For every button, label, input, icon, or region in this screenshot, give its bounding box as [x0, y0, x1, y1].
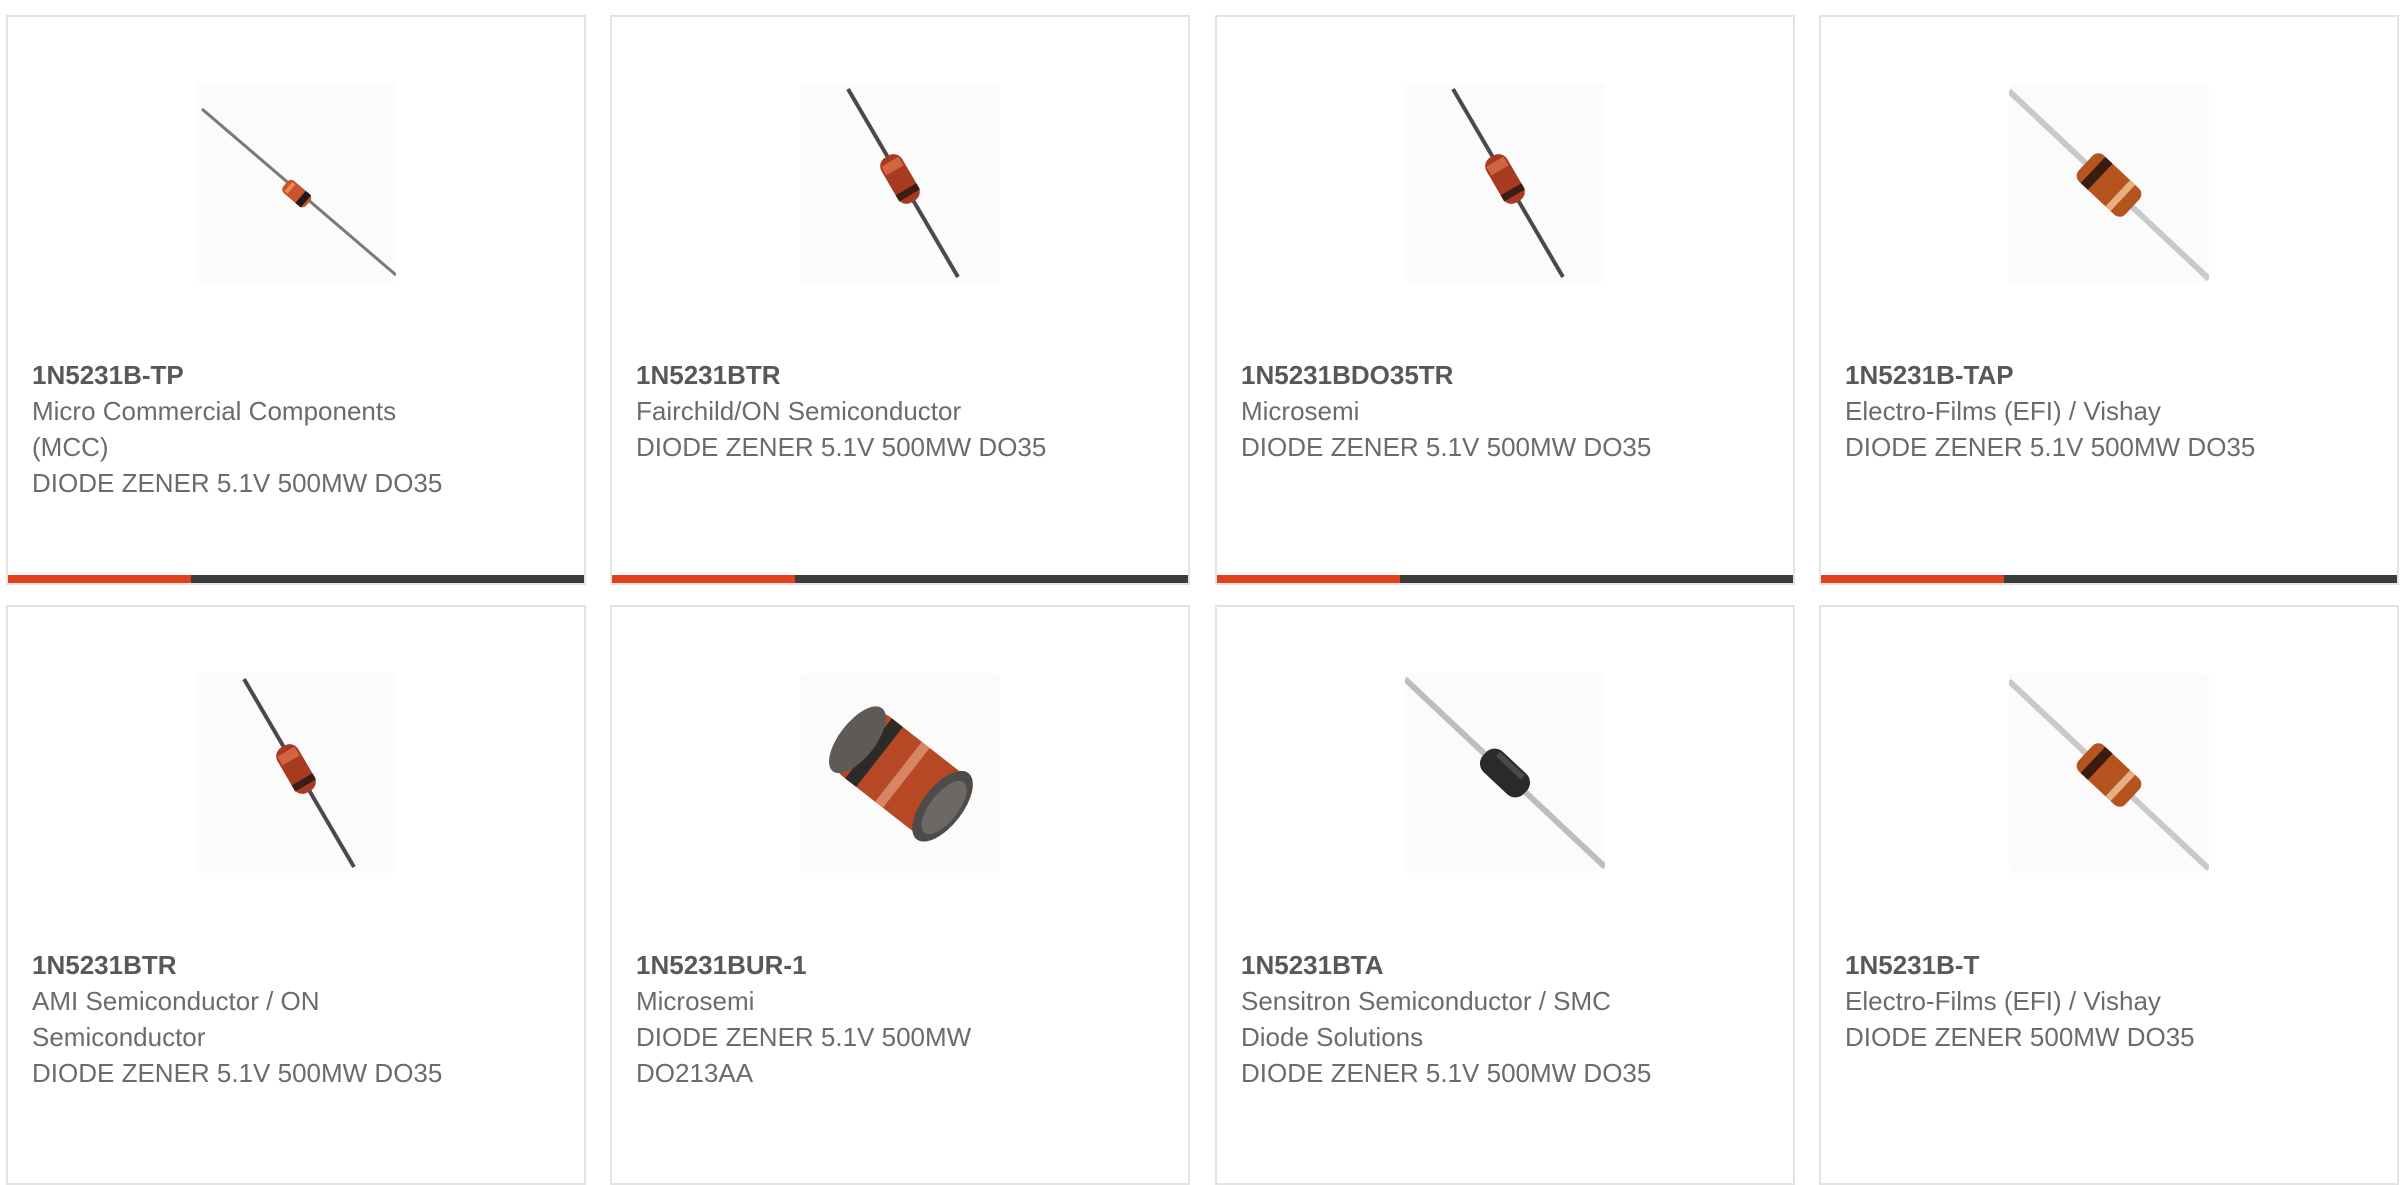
axial-diode-orange-body-icon[interactable]: [2009, 673, 2209, 873]
product-info: 1N5231B-TAP Electro-Films (EFI) / Vishay…: [1845, 357, 2275, 465]
card-bottom-bar: [8, 575, 584, 583]
description: DIODE ZENER 5.1V 500MW DO35: [1845, 432, 2256, 462]
manufacturer: Microsemi: [636, 986, 755, 1016]
product-grid: 1N5231B-TP Micro Commercial Components (…: [0, 0, 2400, 1185]
description: DIODE ZENER 5.1V 500MW DO35: [32, 1058, 443, 1088]
part-number[interactable]: 1N5231BTA: [1241, 947, 1671, 983]
card-bottom-bar: [612, 575, 1188, 583]
card-accent-bar: [612, 575, 795, 583]
product-info: 1N5231B-TP Micro Commercial Components (…: [32, 357, 462, 501]
melf-diode-icon[interactable]: [800, 673, 1000, 873]
manufacturer: Electro-Films (EFI) / Vishay: [1845, 986, 2161, 1016]
product-card[interactable]: 1N5231BTA Sensitron Semiconductor / SMC …: [1215, 605, 1795, 1185]
card-bottom-bar: [1821, 575, 2397, 583]
description: DIODE ZENER 5.1V 500MW DO35: [636, 432, 1047, 462]
manufacturer: Microsemi: [1241, 396, 1360, 426]
product-card[interactable]: 1N5231BTR Fairchild/ON Semiconductor DIO…: [610, 15, 1190, 585]
part-number[interactable]: 1N5231BTR: [636, 357, 1066, 393]
description: DIODE ZENER 5.1V 500MW DO35: [1241, 1058, 1652, 1088]
product-card[interactable]: 1N5231BTR AMI Semiconductor / ON Semicon…: [6, 605, 586, 1185]
product-card[interactable]: 1N5231B-TAP Electro-Films (EFI) / Vishay…: [1819, 15, 2399, 585]
product-info: 1N5231BUR-1 Microsemi DIODE ZENER 5.1V 5…: [636, 947, 1066, 1091]
description: DIODE ZENER 5.1V 500MW DO35: [32, 468, 443, 498]
axial-diode-glass-red-icon[interactable]: [1405, 83, 1605, 283]
card-accent-bar: [8, 575, 191, 583]
part-number[interactable]: 1N5231B-TP: [32, 357, 462, 393]
manufacturer: Electro-Films (EFI) / Vishay: [1845, 396, 2161, 426]
manufacturer: Fairchild/ON Semiconductor: [636, 396, 962, 426]
description: DIODE ZENER 500MW DO35: [1845, 1022, 2195, 1052]
part-number[interactable]: 1N5231BDO35TR: [1241, 357, 1671, 393]
axial-diode-black-body-icon[interactable]: [1405, 673, 1605, 873]
axial-diode-glass-red-icon[interactable]: [196, 673, 396, 873]
description: DIODE ZENER 5.1V 500MW DO35: [1241, 432, 1652, 462]
manufacturer: Micro Commercial Components (MCC): [32, 396, 397, 462]
part-number[interactable]: 1N5231B-T: [1845, 947, 2275, 983]
product-info: 1N5231BTR Fairchild/ON Semiconductor DIO…: [636, 357, 1066, 465]
product-info: 1N5231B-T Electro-Films (EFI) / Vishay D…: [1845, 947, 2275, 1055]
axial-diode-glass-red-icon[interactable]: [800, 83, 1000, 283]
manufacturer: Sensitron Semiconductor / SMC Diode Solu…: [1241, 986, 1611, 1052]
product-info: 1N5231BTA Sensitron Semiconductor / SMC …: [1241, 947, 1671, 1091]
part-number[interactable]: 1N5231BTR: [32, 947, 462, 983]
product-card[interactable]: 1N5231BDO35TR Microsemi DIODE ZENER 5.1V…: [1215, 15, 1795, 585]
card-bottom-bar: [1217, 575, 1793, 583]
product-info: 1N5231BTR AMI Semiconductor / ON Semicon…: [32, 947, 462, 1091]
product-card[interactable]: 1N5231B-TP Micro Commercial Components (…: [6, 15, 586, 585]
axial-diode-orange-body-icon[interactable]: [2009, 83, 2209, 283]
card-accent-bar: [1217, 575, 1400, 583]
part-number[interactable]: 1N5231B-TAP: [1845, 357, 2275, 393]
product-card[interactable]: 1N5231B-T Electro-Films (EFI) / Vishay D…: [1819, 605, 2399, 1185]
small-axial-diode-glass-orange-icon[interactable]: [196, 83, 396, 283]
product-card[interactable]: 1N5231BUR-1 Microsemi DIODE ZENER 5.1V 5…: [610, 605, 1190, 1185]
part-number[interactable]: 1N5231BUR-1: [636, 947, 1066, 983]
card-accent-bar: [1821, 575, 2004, 583]
product-info: 1N5231BDO35TR Microsemi DIODE ZENER 5.1V…: [1241, 357, 1671, 465]
manufacturer: AMI Semiconductor / ON Semiconductor: [32, 986, 320, 1052]
description: DIODE ZENER 5.1V 500MW DO213AA: [636, 1022, 972, 1088]
